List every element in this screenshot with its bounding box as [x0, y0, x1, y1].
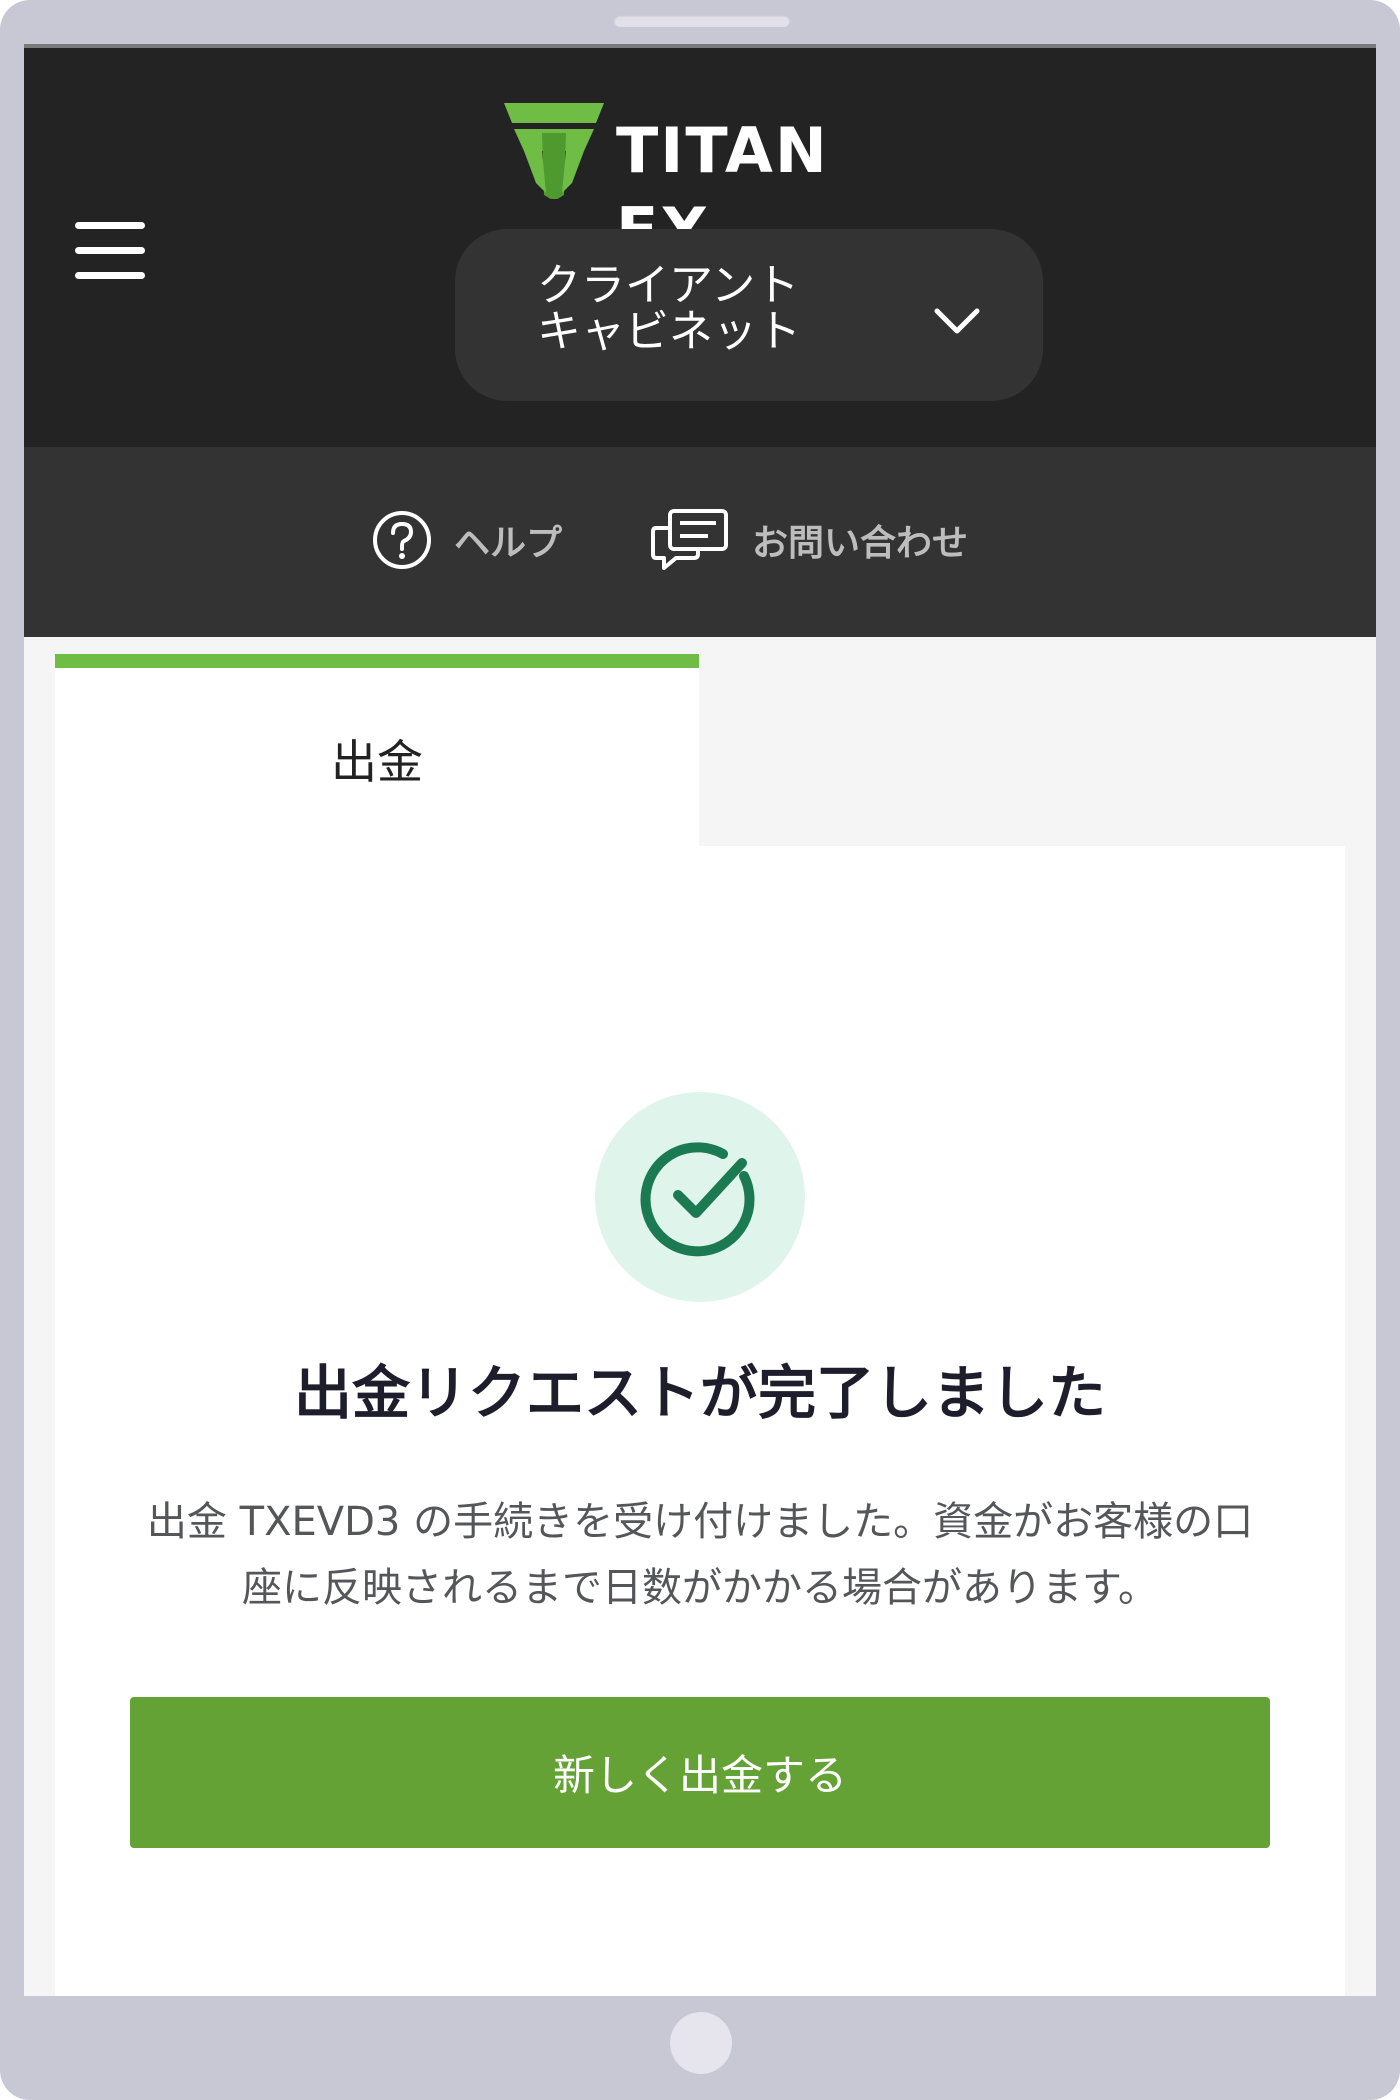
titan-fx-logo[interactable]: TITAN FX	[504, 103, 924, 267]
titan-shield-icon	[504, 103, 604, 199]
success-message-line2: 座に反映されるまで日数がかかる場合があります。	[242, 1565, 1158, 1611]
portal-selector-line1: クライアント	[537, 260, 800, 311]
hamburger-menu-icon[interactable]	[75, 222, 147, 280]
speaker-grille	[614, 15, 790, 27]
tab-withdrawal-label: 出金	[331, 735, 423, 789]
help-label: ヘルプ	[454, 523, 563, 564]
success-message: 出金 TXEVD3 の手続きを受け付けました。資金がお客様の口 座に反映されるま…	[135, 1489, 1265, 1621]
portal-selector-line2: キャビネット	[537, 306, 801, 357]
help-link[interactable]: ヘルプ	[372, 508, 562, 572]
chat-bubbles-icon	[651, 509, 728, 570]
portal-selector-label: クライアント キャビネット	[537, 263, 837, 355]
chevron-down-icon	[934, 308, 980, 334]
check-circle-icon	[640, 1142, 755, 1257]
success-title: 出金リクエストが完了しました	[293, 1359, 1106, 1427]
withdrawal-result-card: 出金リクエストが完了しました 出金 TXEVD3 の手続きを受け付けました。資金…	[55, 846, 1345, 1996]
contact-link[interactable]: お問い合わせ	[650, 508, 968, 572]
screen: TITAN FX クライアント キャビネット ヘルプ	[24, 44, 1376, 1996]
success-message-line1: 出金 TXEVD3 の手続きを受け付けました。資金がお客様の口	[146, 1499, 1254, 1545]
site-header: TITAN FX クライアント キャビネット	[24, 44, 1376, 447]
contact-label: お問い合わせ	[752, 523, 969, 564]
portal-selector-dropdown[interactable]: クライアント キャビネット	[455, 229, 1043, 401]
help-icon	[373, 511, 431, 569]
home-button[interactable]	[670, 2012, 732, 2074]
success-badge	[595, 1092, 805, 1302]
new-withdrawal-button[interactable]: 新しく出金する	[130, 1697, 1270, 1848]
tablet-frame: TITAN FX クライアント キャビネット ヘルプ	[0, 0, 1400, 2100]
tab-withdrawal[interactable]: 出金	[55, 654, 699, 860]
